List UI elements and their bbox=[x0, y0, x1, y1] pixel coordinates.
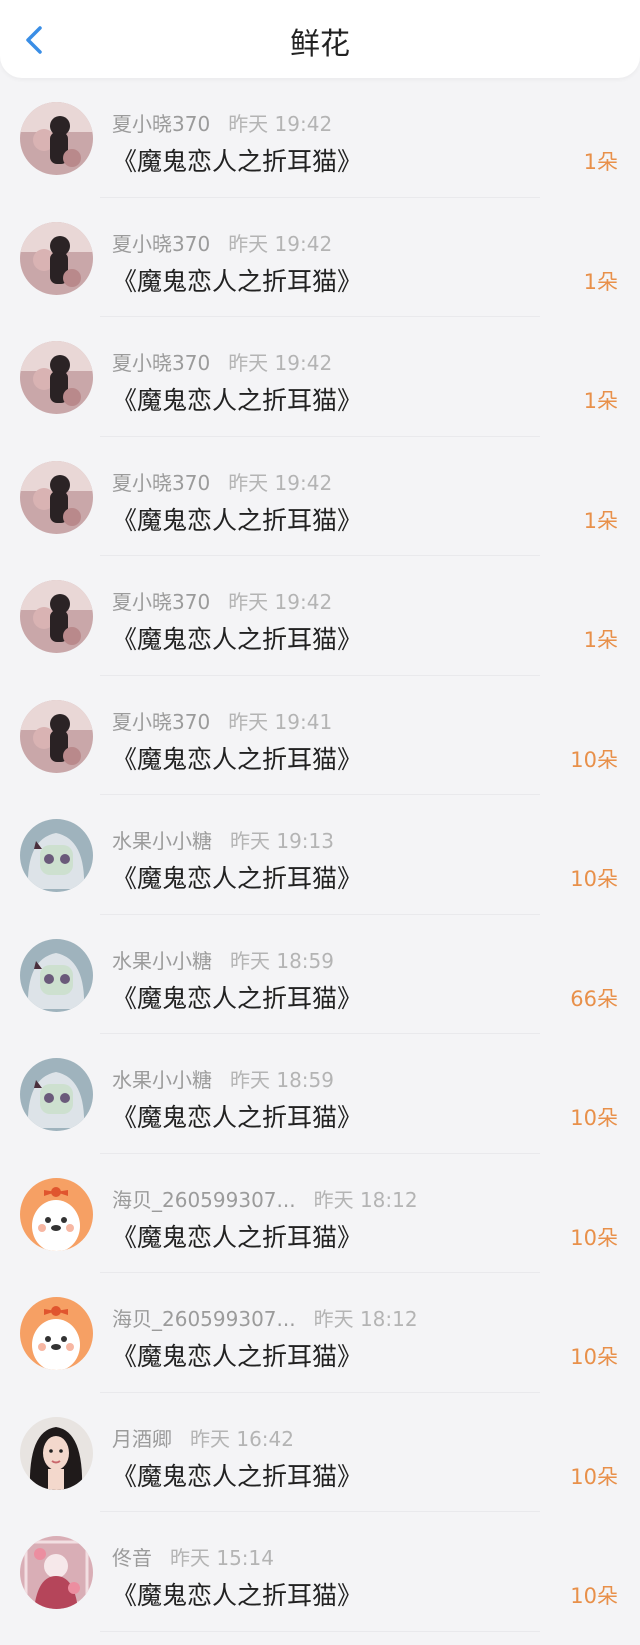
timestamp: 昨天 19:42 bbox=[228, 351, 333, 375]
avatar[interactable] bbox=[20, 1416, 93, 1490]
list-item[interactable]: 水果小小糖 昨天 18:59 《魔鬼恋人之折耳猫》 10朵 bbox=[0, 1034, 640, 1154]
list-item[interactable]: 海贝_260599307... 昨天 18:12 《魔鬼恋人之折耳猫》 10朵 bbox=[0, 1273, 640, 1393]
list-item[interactable]: 海贝_260599307... 昨天 18:12 《魔鬼恋人之折耳猫》 10朵 bbox=[0, 1154, 640, 1273]
username[interactable]: 夏小晓370 bbox=[112, 590, 210, 614]
avatar[interactable] bbox=[20, 1536, 93, 1609]
username[interactable]: 海贝_260599307... bbox=[112, 1188, 296, 1212]
flower-count: 1朵 bbox=[583, 508, 618, 533]
book-title[interactable]: 《魔鬼恋人之折耳猫》 bbox=[112, 859, 362, 895]
book-title[interactable]: 《魔鬼恋人之折耳猫》 bbox=[112, 979, 362, 1015]
book-title[interactable]: 《魔鬼恋人之折耳猫》 bbox=[112, 740, 362, 776]
list-item[interactable]: 夏小晓370 昨天 19:41 《魔鬼恋人之折耳猫》 10朵 bbox=[0, 676, 640, 795]
flower-count: 10朵 bbox=[570, 1225, 618, 1250]
avatar[interactable] bbox=[20, 699, 93, 773]
flower-count: 10朵 bbox=[570, 747, 618, 772]
username[interactable]: 水果小小糖 bbox=[112, 1068, 212, 1092]
book-title[interactable]: 《魔鬼恋人之折耳猫》 bbox=[112, 381, 362, 417]
list-item[interactable]: 水果小小糖 昨天 18:59 《魔鬼恋人之折耳猫》 66朵 bbox=[0, 915, 640, 1034]
book-title[interactable]: 《魔鬼恋人之折耳猫》 bbox=[112, 501, 362, 537]
timestamp: 昨天 19:42 bbox=[228, 470, 333, 495]
avatar[interactable] bbox=[20, 341, 93, 414]
username[interactable]: 夏小晓370 bbox=[112, 471, 210, 495]
flower-count: 1朵 bbox=[583, 269, 618, 294]
flower-count: 10朵 bbox=[570, 867, 618, 891]
username[interactable]: 夏小晓370 bbox=[112, 351, 210, 375]
flower-count: 10朵 bbox=[570, 1584, 618, 1608]
timestamp: 昨天 19:42 bbox=[228, 112, 333, 136]
flower-count: 1朵 bbox=[583, 628, 618, 652]
timestamp: 昨天 16:42 bbox=[190, 1426, 294, 1451]
avatar[interactable] bbox=[20, 1297, 93, 1370]
book-title[interactable]: 《魔鬼恋人之折耳猫》 bbox=[112, 1576, 362, 1612]
list-item[interactable]: 佟音 昨天 15:14 《魔鬼恋人之折耳猫》 10朵 bbox=[0, 1512, 640, 1632]
username[interactable]: 月酒卿 bbox=[112, 1427, 172, 1451]
avatar[interactable] bbox=[20, 460, 93, 534]
avatar[interactable] bbox=[20, 102, 93, 175]
book-title[interactable]: 《魔鬼恋人之折耳猫》 bbox=[112, 142, 362, 178]
username[interactable]: 海贝_260599307... bbox=[112, 1307, 296, 1331]
book-title[interactable]: 《魔鬼恋人之折耳猫》 bbox=[112, 1457, 362, 1493]
timestamp: 昨天 19:13 bbox=[230, 829, 334, 853]
divider bbox=[100, 1630, 540, 1632]
timestamp: 昨天 18:59 bbox=[230, 948, 334, 973]
timestamp: 昨天 19:41 bbox=[228, 709, 333, 734]
flower-count: 10朵 bbox=[570, 1106, 618, 1130]
timestamp: 昨天 18:59 bbox=[230, 1068, 334, 1092]
timestamp: 昨天 18:12 bbox=[313, 1187, 418, 1212]
top-bar: 鲜花 bbox=[0, 0, 640, 78]
username[interactable]: 夏小晓370 bbox=[112, 710, 210, 734]
list-item[interactable]: 夏小晓370 昨天 19:42 《魔鬼恋人之折耳猫》 1朵 bbox=[0, 437, 640, 556]
username[interactable]: 夏小晓370 bbox=[112, 112, 210, 136]
flower-list: 夏小晓370 昨天 19:42 《魔鬼恋人之折耳猫》 1朵 夏小晓370 昨天 19… bbox=[0, 78, 640, 1632]
book-title[interactable]: 《魔鬼恋人之折耳猫》 bbox=[112, 620, 362, 656]
flower-count: 66朵 bbox=[570, 986, 618, 1011]
book-title[interactable]: 《魔鬼恋人之折耳猫》 bbox=[112, 1218, 362, 1254]
list-item[interactable]: 夏小晓370 昨天 19:42 《魔鬼恋人之折耳猫》 1朵 bbox=[0, 198, 640, 317]
list-item[interactable]: 水果小小糖 昨天 19:13 《魔鬼恋人之折耳猫》 10朵 bbox=[0, 795, 640, 915]
timestamp: 昨天 18:12 bbox=[313, 1307, 418, 1331]
flower-count: 10朵 bbox=[570, 1345, 618, 1369]
avatar[interactable] bbox=[20, 819, 93, 892]
list-item[interactable]: 夏小晓370 昨天 19:42 《魔鬼恋人之折耳猫》 1朵 bbox=[0, 556, 640, 676]
avatar[interactable] bbox=[20, 938, 93, 1012]
timestamp: 昨天 19:42 bbox=[228, 231, 333, 256]
flower-count: 10朵 bbox=[570, 1464, 618, 1489]
flower-count: 1朵 bbox=[583, 389, 618, 413]
book-title[interactable]: 《魔鬼恋人之折耳猫》 bbox=[112, 1337, 362, 1373]
avatar[interactable] bbox=[20, 580, 93, 653]
book-title[interactable]: 《魔鬼恋人之折耳猫》 bbox=[112, 1098, 362, 1134]
page-title: 鲜花 bbox=[290, 27, 350, 62]
username[interactable]: 夏小晓370 bbox=[112, 232, 210, 256]
username[interactable]: 水果小小糖 bbox=[112, 949, 212, 973]
list-item[interactable]: 夏小晓370 昨天 19:42 《魔鬼恋人之折耳猫》 1朵 bbox=[0, 78, 640, 198]
list-item[interactable]: 月酒卿 昨天 16:42 《魔鬼恋人之折耳猫》 10朵 bbox=[0, 1393, 640, 1512]
username[interactable]: 水果小小糖 bbox=[112, 829, 212, 853]
timestamp: 昨天 19:42 bbox=[228, 590, 333, 614]
avatar[interactable] bbox=[20, 1058, 93, 1131]
timestamp: 昨天 15:14 bbox=[170, 1546, 274, 1570]
avatar[interactable] bbox=[20, 1177, 93, 1251]
username[interactable]: 佟音 bbox=[112, 1546, 152, 1570]
book-title[interactable]: 《魔鬼恋人之折耳猫》 bbox=[112, 262, 362, 298]
list-item[interactable]: 夏小晓370 昨天 19:42 《魔鬼恋人之折耳猫》 1朵 bbox=[0, 317, 640, 437]
avatar[interactable] bbox=[20, 221, 93, 295]
flower-count: 1朵 bbox=[583, 150, 618, 174]
